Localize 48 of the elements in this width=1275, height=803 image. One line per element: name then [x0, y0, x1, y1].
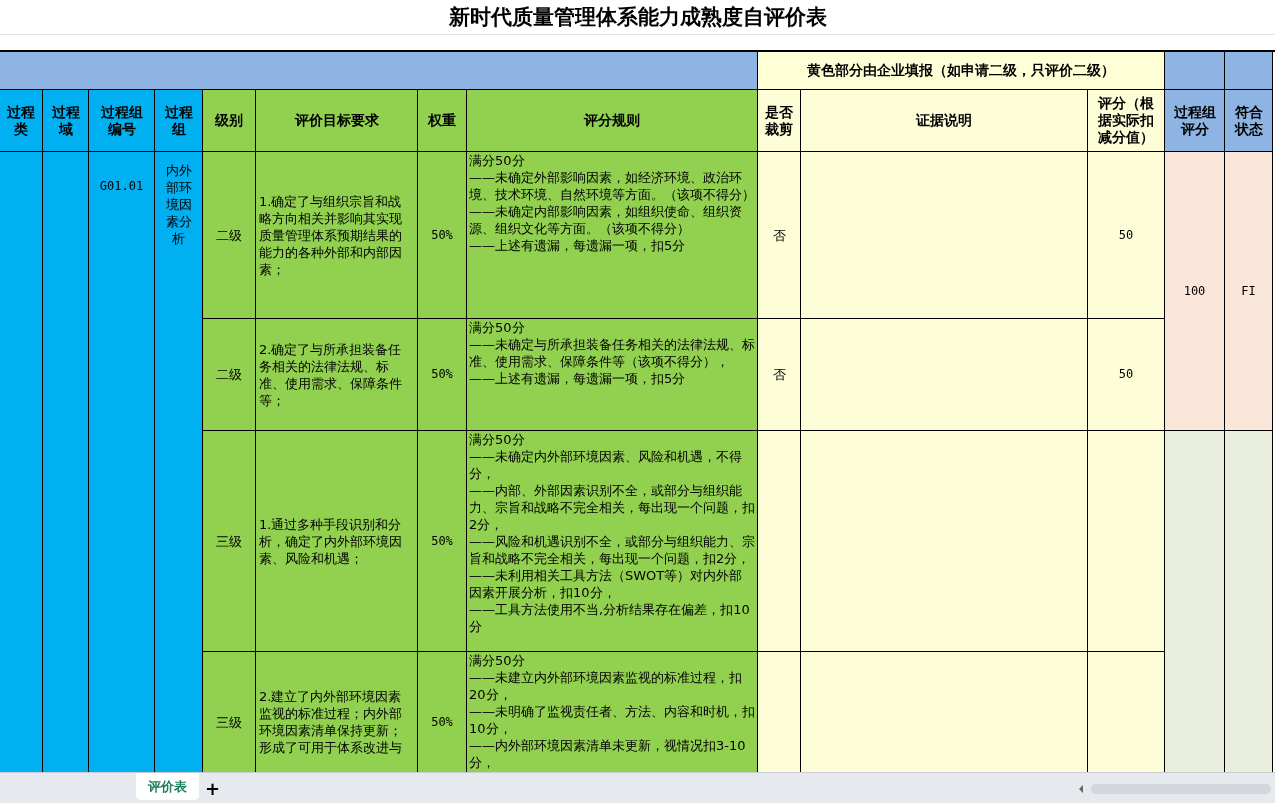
evidence-cell[interactable]: [801, 319, 1087, 430]
rule-cell: 满分50分 ——未确定与所承担装备任务相关的法律法规、标准、使用需求、保障条件等（该项不得分）， ——上述有遗漏，每遗漏一项，扣5分: [467, 319, 757, 430]
column-header: 评价目标要求: [256, 90, 417, 151]
evidence-cell[interactable]: [801, 652, 1087, 772]
column-header: 过程组评分: [1165, 90, 1224, 151]
requirement-cell: 1.通过多种手段识别和分析，确定了内外部环境因素、风险和机遇；: [256, 431, 417, 651]
evidence-cell[interactable]: [801, 152, 1087, 318]
sheet-title: 新时代质量管理体系能力成熟度自评价表: [448, 3, 827, 31]
compliance-status: FI: [1225, 152, 1272, 430]
rule-cell: 满分50分 ——未确定内外部环境因素、风险和机遇，不得分， ——内部、外部因素识别不全，或部分与组织能力、宗旨和战略不完全相关，每出现一个问题，扣2分， ——风险和机遇识别不全，或部分与组织能力、宗旨和战略不完全相关，每出现一个问题，扣2分， ——未利用相关工具方法（SWOT等）对内外部因素开展分析，扣10分， ——工具方法使用不当,分析结果存在偏差，扣10分: [467, 431, 757, 651]
requirement-cell: 2.确定了与所承担装备任务相关的法律法规、标准、使用需求、保障条件等；: [256, 319, 417, 430]
weight-cell: 50%: [418, 431, 466, 651]
column-header: 证据说明: [801, 90, 1087, 151]
process-group-code: G01.01: [89, 152, 154, 772]
column-header: 是否裁剪: [758, 90, 800, 151]
scroll-left-icon[interactable]: [1077, 783, 1085, 794]
level-cell: 三级: [203, 431, 255, 651]
add-sheet-button[interactable]: +: [199, 773, 227, 803]
column-header: 过程组编号: [89, 90, 154, 151]
level-cell: 二级: [203, 319, 255, 430]
weight-cell: 50%: [418, 319, 466, 430]
process-group-name: 内外部环境因素分析: [155, 152, 202, 772]
level-cell: 三级: [203, 652, 255, 772]
cropped-cell: 否: [758, 152, 800, 318]
score-cell: 50: [1088, 152, 1164, 318]
column-header: 级别: [203, 90, 255, 151]
weight-cell: 50%: [418, 652, 466, 772]
weight-cell: 50%: [418, 152, 466, 318]
column-header: 过程组: [155, 90, 202, 151]
header-band: [1165, 52, 1224, 89]
column-header: 过程类: [0, 90, 42, 151]
group-score: 100: [1165, 152, 1224, 430]
column-header: 过程域: [43, 90, 88, 151]
evidence-cell[interactable]: [801, 431, 1087, 651]
level-cell: 二级: [203, 152, 255, 318]
sheet-tab[interactable]: 评价表: [136, 773, 199, 800]
column-header: 权重: [418, 90, 466, 151]
column-header: 评分规则: [467, 90, 757, 151]
column-header: 符合状态: [1225, 90, 1272, 151]
requirement-cell: 1.确定了与组织宗旨和战略方向相关并影响其实现质量管理体系预期结果的能力的各种外部和内部因素；: [256, 152, 417, 318]
column-header: 评分（根据实际扣减分值）: [1088, 90, 1164, 151]
header-band: [1225, 52, 1272, 89]
cropped-cell: 否: [758, 319, 800, 430]
requirement-cell: 2.建立了内外部环境因素监视的标准过程；内外部环境因素清单保持更新；形成了可用于体系改进与: [256, 652, 417, 772]
rule-cell: 满分50分 ——未建立内外部环境因素监视的标准过程，扣20分， ——未明确了监视责任者、方法、内容和时机，扣10分， ——内外部环境因素清单未更新，视情况扣3-10分，: [467, 652, 757, 772]
score-cell: 50: [1088, 319, 1164, 430]
fill-in-note: 黄色部分由企业填报（如申请二级，只评价二级）: [758, 52, 1164, 89]
rule-cell: 满分50分 ——未确定外部影响因素，如经济环境、政治环境、技术环境、自然环境等方面。（该项不得分） ——未确定内部影响因素，如组织使命、组织资源、组织文化等方面。（该项不得分） ——上述有遗漏，每遗漏一项，扣5分: [467, 152, 757, 318]
